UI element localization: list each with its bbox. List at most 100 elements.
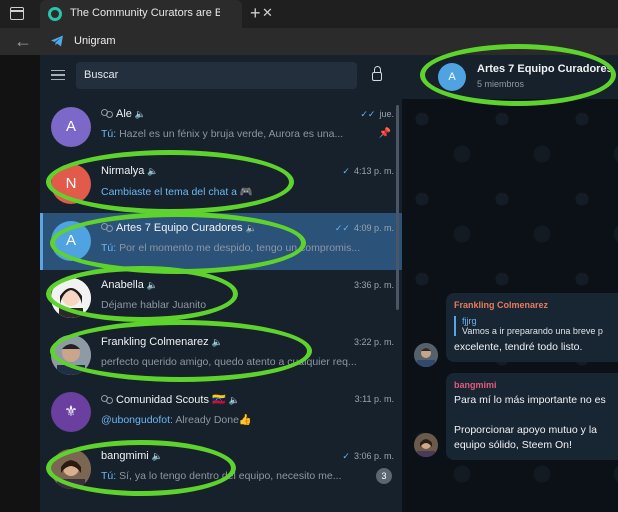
chat-list-item[interactable]: A Artes 7 Equipo Curadores 🔈 ✓✓ 4:09 p. m. Tú… xyxy=(40,213,402,270)
chat-time: ✓✓ 4:09 p. m. xyxy=(335,223,394,234)
muted-speaker-icon: 🔈 xyxy=(228,395,240,405)
chat-timestamp: 3:06 p. m. xyxy=(353,451,394,461)
message-bubble[interactable]: bangmimi Para mí lo más importante no es… xyxy=(446,373,618,460)
group-icon xyxy=(101,395,113,404)
chat-list-item[interactable]: Frankling Colmenarez 🔈 3:22 p. m. perfecto … xyxy=(40,327,402,384)
message-text: Para mí lo más importante no es xyxy=(454,394,606,406)
message-text xyxy=(454,408,618,423)
new-tab-button[interactable]: + xyxy=(250,3,261,24)
avatar[interactable] xyxy=(414,343,438,367)
group-icon xyxy=(101,109,113,118)
message-sender: Frankling Colmenarez xyxy=(454,300,549,310)
chat-list-item[interactable]: Anabella 🔈 3:36 p. m. Déjame hablar Juanito xyxy=(40,270,402,327)
selection-indicator xyxy=(40,213,43,270)
search-input[interactable]: Buscar xyxy=(76,62,357,89)
search-placeholder: Buscar xyxy=(84,69,119,81)
avatar[interactable] xyxy=(414,433,438,457)
chat-list-panel: Buscar A Ale 🔈 ✓✓ jue. Tú: Hazel es un fénix … xyxy=(40,55,402,512)
browser-tab[interactable]: The Community Curators are Bac ✕ xyxy=(40,0,273,28)
chat-title: Anabella 🔈 xyxy=(101,279,158,291)
chat-preview: @ubongudofot: Already Done👍 xyxy=(101,413,371,426)
read-receipt-icon: ✓✓ xyxy=(334,223,350,233)
conversation-panel: A Artes 7 Equipo Curadores 5 miembros Fr… xyxy=(402,55,618,512)
reply-name: fjjrg xyxy=(462,316,477,326)
preview-sender: Tú: xyxy=(101,128,117,140)
chat-name: Comunidad Scouts 🇻🇪 xyxy=(116,394,226,406)
tab-favicon-icon xyxy=(48,7,62,21)
scrollbar[interactable] xyxy=(396,105,399,310)
chat-timestamp: jue. xyxy=(379,109,394,119)
conversation-member-count: 5 miembros xyxy=(477,79,525,89)
read-receipt-icon: ✓ xyxy=(342,451,350,461)
tab-close-icon[interactable]: ✕ xyxy=(262,5,273,21)
preview-sender: Tú: xyxy=(101,242,117,254)
reply-text: Vamos a ir preparando una breve p xyxy=(462,326,603,336)
hamburger-menu-icon[interactable] xyxy=(51,70,65,80)
message-text: excelente, tendré todo listo. xyxy=(454,341,583,353)
preview-mention: @ubongudofot: xyxy=(101,414,173,426)
message-text: Proporcionar apoyo mutuo y la xyxy=(454,424,597,436)
avatar xyxy=(51,449,91,489)
chat-title: Comunidad Scouts 🇻🇪 🔈 xyxy=(101,393,240,406)
chat-title: Nirmalya 🔈 xyxy=(101,165,159,177)
back-arrow-icon[interactable]: ← xyxy=(14,31,32,52)
avatar: A xyxy=(51,107,91,147)
chat-name: Nirmalya xyxy=(101,165,145,177)
read-receipt-icon: ✓✓ xyxy=(360,109,376,119)
preview-text: Sí, ya lo tengo dentro del equipo, neces… xyxy=(119,470,342,482)
pin-icon: 📌 xyxy=(378,128,391,139)
chat-preview: Tú: Sí, ya lo tengo dentro del equipo, n… xyxy=(101,470,371,482)
window-menu-icon[interactable] xyxy=(10,7,24,20)
browser-tab-bar: The Community Curators are Bac ✕ + xyxy=(0,0,618,28)
read-receipt-icon: ✓ xyxy=(342,166,350,176)
preview-text: Cambiaste el tema del chat a 🎮 xyxy=(101,186,253,198)
chat-title: Ale 🔈 xyxy=(101,108,146,120)
conversation-header[interactable]: A Artes 7 Equipo Curadores 5 miembros xyxy=(402,55,618,99)
chat-list-item[interactable]: A Ale 🔈 ✓✓ jue. Tú: Hazel es un fénix y bruja… xyxy=(40,99,402,156)
lock-icon[interactable] xyxy=(372,66,382,81)
avatar: A xyxy=(51,221,91,261)
preview-text: Already Done👍 xyxy=(175,414,253,426)
avatar xyxy=(51,335,91,375)
muted-speaker-icon: 🔈 xyxy=(147,166,159,176)
muted-speaker-icon: 🔈 xyxy=(151,451,163,461)
chat-name: Anabella xyxy=(101,279,144,291)
chat-preview: Tú: Hazel es un fénix y bruja verde, Aur… xyxy=(101,128,371,140)
chat-list-item[interactable]: ⚜ Comunidad Scouts 🇻🇪 🔈 3:11 p. m. @ubongudo… xyxy=(40,384,402,441)
chat-timestamp: 3:22 p. m. xyxy=(353,337,394,347)
chat-time: 3:11 p. m. xyxy=(355,394,394,404)
preview-text: Déjame hablar Juanito xyxy=(101,299,207,311)
chat-title: Frankling Colmenarez 🔈 xyxy=(101,336,223,348)
message-bubble[interactable]: Frankling Colmenarez fjjrg Vamos a ir pr… xyxy=(446,293,618,362)
chat-timestamp: 4:13 p. m. xyxy=(353,166,394,176)
group-icon xyxy=(101,223,113,232)
chat-time: ✓ 4:13 p. m. xyxy=(342,166,394,177)
chat-preview: Déjame hablar Juanito xyxy=(101,299,371,311)
unread-badge: 3 xyxy=(376,468,392,484)
chat-time: ✓ 3:06 p. m. xyxy=(342,451,394,462)
tab-title: The Community Curators are Bac xyxy=(70,7,220,19)
chat-list-item[interactable]: N Nirmalya 🔈 ✓ 4:13 p. m. Cambiaste el tema d… xyxy=(40,156,402,213)
message-sender: bangmimi xyxy=(454,380,497,390)
reply-quote[interactable]: fjjrg Vamos a ir preparando una breve p xyxy=(454,316,618,336)
app-bar: ← Unigram xyxy=(0,28,618,55)
preview-text: Por el momento me despido, tengo un comp… xyxy=(119,242,361,254)
chat-list-item[interactable]: bangmimi 🔈 ✓ 3:06 p. m. Tú: Sí, ya lo tengo … xyxy=(40,441,402,498)
avatar-letter: ⚜ xyxy=(64,403,78,420)
preview-text: Hazel es un fénix y bruja verde, Aurora … xyxy=(119,128,344,140)
chat-preview: Cambiaste el tema del chat a 🎮 xyxy=(101,185,371,198)
avatar-letter: N xyxy=(65,175,77,192)
chat-title: Artes 7 Equipo Curadores 🔈 xyxy=(101,222,257,234)
chat-title: bangmimi 🔈 xyxy=(101,450,163,462)
avatar-letter: A xyxy=(65,118,76,135)
chat-timestamp: 4:09 p. m. xyxy=(353,223,394,233)
conversation-avatar: A xyxy=(438,63,466,91)
avatar-letter: A xyxy=(65,232,76,249)
preview-sender: Tú: xyxy=(101,470,117,482)
preview-text: perfecto querido amigo, quedo atento a c… xyxy=(101,356,357,368)
chat-timestamp: 3:11 p. m. xyxy=(354,394,394,404)
message-text: equipo sólido, Steem On! xyxy=(454,439,572,451)
conversation-title: Artes 7 Equipo Curadores xyxy=(477,63,613,75)
app-name: Unigram xyxy=(74,35,116,47)
avatar: ⚜ xyxy=(51,392,91,432)
